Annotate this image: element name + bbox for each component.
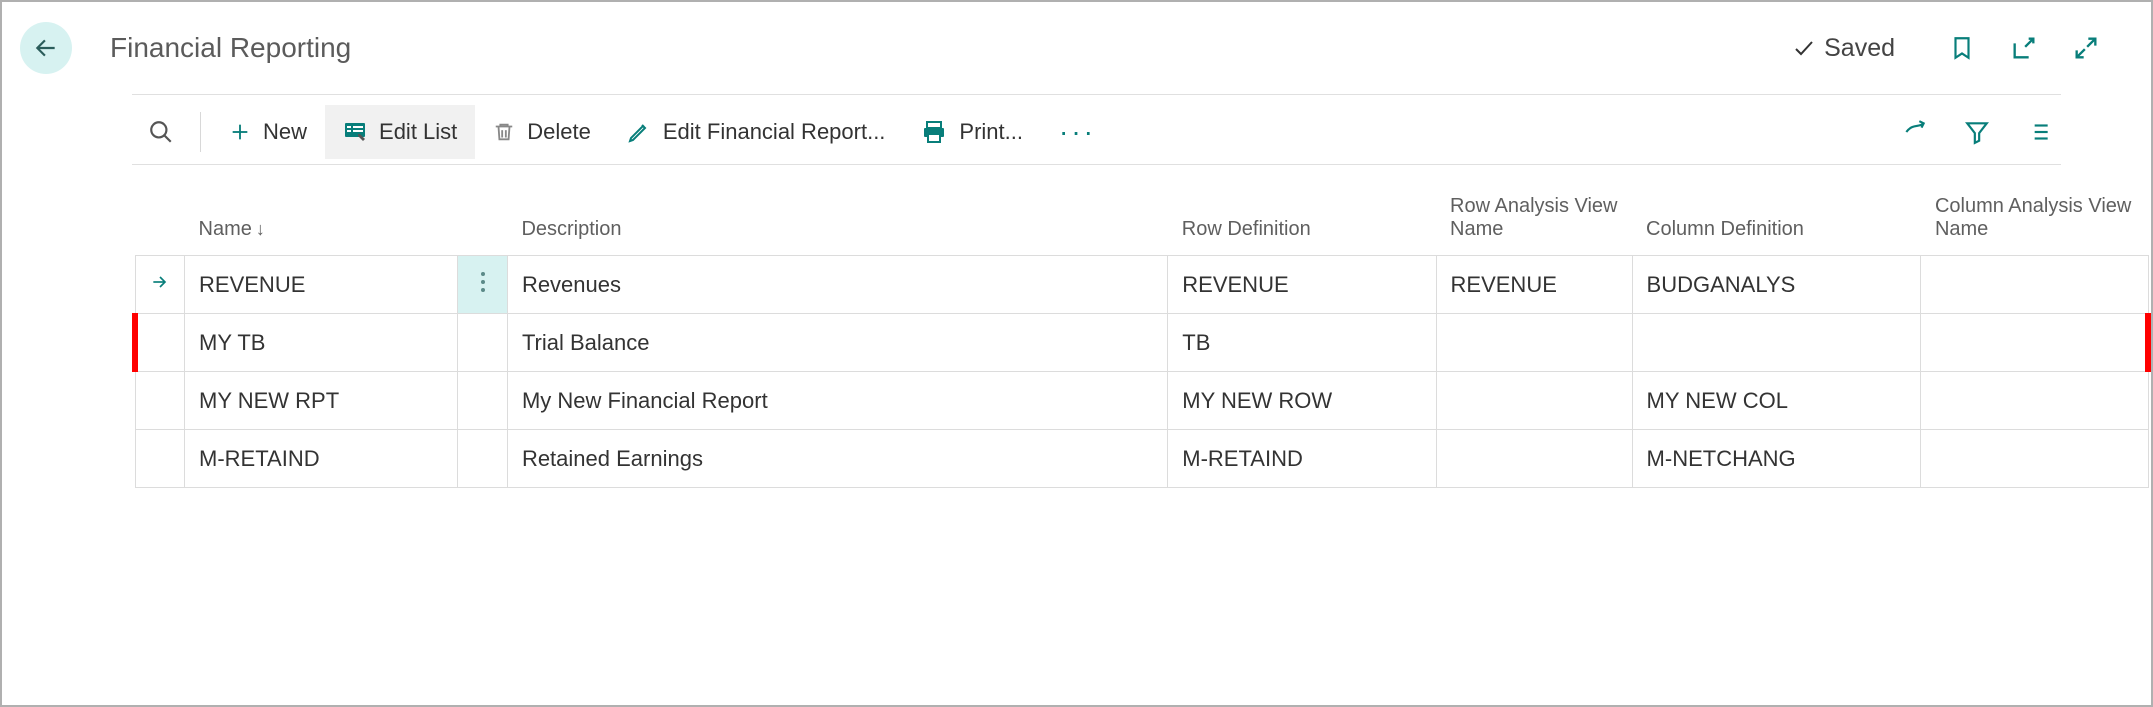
print-label: Print...: [959, 119, 1023, 145]
list-icon: [2026, 119, 2052, 145]
edit-list-label: Edit List: [379, 119, 457, 145]
table-row[interactable]: REVENUERevenuesREVENUEREVENUEBUDGANALYS: [135, 256, 2148, 314]
arrow-right-icon: [150, 272, 170, 292]
edit-financial-report-button[interactable]: Edit Financial Report...: [609, 105, 904, 159]
cell-row-definition[interactable]: M-RETAIND: [1168, 430, 1436, 488]
table-row[interactable]: M-RETAINDRetained EarningsM-RETAINDM-NET…: [135, 430, 2148, 488]
edit-financial-report-label: Edit Financial Report...: [663, 119, 886, 145]
search-button[interactable]: [132, 103, 190, 161]
cell-description[interactable]: Revenues: [507, 256, 1167, 314]
cell-row-definition[interactable]: REVENUE: [1168, 256, 1436, 314]
cell-row-analysis-view[interactable]: [1436, 372, 1632, 430]
cell-column-analysis-view[interactable]: [1921, 256, 2148, 314]
row-selector[interactable]: [135, 314, 185, 372]
cell-name[interactable]: MY NEW RPT: [185, 372, 458, 430]
cell-description[interactable]: Retained Earnings: [507, 430, 1167, 488]
page-title: Financial Reporting: [110, 32, 351, 64]
delete-button[interactable]: Delete: [475, 105, 609, 159]
plus-icon: [229, 121, 251, 143]
cell-column-definition[interactable]: M-NETCHANG: [1632, 430, 1921, 488]
cell-column-analysis-view[interactable]: [1921, 372, 2148, 430]
print-button[interactable]: Print...: [903, 105, 1041, 159]
printer-icon: [921, 120, 947, 144]
column-header-column-definition[interactable]: Column Definition: [1632, 189, 1921, 256]
delete-label: Delete: [527, 119, 591, 145]
cell-description[interactable]: Trial Balance: [507, 314, 1167, 372]
column-header-row-analysis-view[interactable]: Row Analysis View Name: [1436, 189, 1632, 256]
cell-row-analysis-view[interactable]: [1436, 430, 1632, 488]
share-button[interactable]: [1893, 110, 1937, 154]
popout-button[interactable]: [1999, 23, 2049, 73]
expand-icon: [2072, 34, 2100, 62]
cell-name[interactable]: M-RETAIND: [185, 430, 458, 488]
row-selector[interactable]: [135, 430, 185, 488]
row-selector[interactable]: [135, 372, 185, 430]
pencil-icon: [627, 120, 651, 144]
row-selector[interactable]: [135, 256, 185, 314]
bookmark-icon: [1949, 33, 1975, 63]
table-row[interactable]: MY TB Trial BalanceTB: [135, 314, 2148, 372]
filter-icon: [1964, 119, 1990, 145]
popout-icon: [2010, 34, 2038, 62]
row-actions[interactable]: [458, 256, 508, 314]
filter-button[interactable]: [1955, 110, 1999, 154]
cell-row-definition[interactable]: MY NEW ROW: [1168, 372, 1436, 430]
new-label: New: [263, 119, 307, 145]
bookmark-button[interactable]: [1937, 23, 1987, 73]
saved-indicator: Saved: [1792, 34, 1895, 63]
column-header-row-definition[interactable]: Row Definition: [1168, 189, 1436, 256]
checkmark-icon: [1792, 36, 1816, 60]
action-toolbar: New Edit List Delete Edit Financial Repo…: [132, 99, 2061, 165]
sort-descending-icon: ↓: [256, 219, 265, 239]
trash-icon: [493, 120, 515, 144]
cell-name[interactable]: MY TB: [185, 314, 458, 372]
row-actions[interactable]: [458, 314, 508, 372]
expand-button[interactable]: [2061, 23, 2111, 73]
list-view-button[interactable]: [2017, 110, 2061, 154]
table-row[interactable]: MY NEW RPTMy New Financial ReportMY NEW …: [135, 372, 2148, 430]
cell-column-definition[interactable]: BUDGANALYS: [1632, 256, 1921, 314]
page-header: Financial Reporting Saved: [2, 2, 2151, 94]
new-button[interactable]: New: [211, 105, 325, 159]
kebab-icon: [480, 271, 486, 293]
cell-name[interactable]: REVENUE: [185, 256, 458, 314]
cell-column-analysis-view[interactable]: [1921, 314, 2148, 372]
financial-reporting-grid: Name↓ Description Row Definition Row Ana…: [132, 189, 2151, 488]
column-header-name[interactable]: Name↓: [185, 189, 458, 256]
cell-column-definition[interactable]: MY NEW COL: [1632, 372, 1921, 430]
share-icon: [1902, 119, 1928, 145]
cell-description[interactable]: My New Financial Report: [507, 372, 1167, 430]
cell-row-definition[interactable]: TB: [1168, 314, 1436, 372]
edit-list-button[interactable]: Edit List: [325, 105, 475, 159]
row-actions[interactable]: [458, 372, 508, 430]
saved-label: Saved: [1824, 34, 1895, 63]
arrow-left-icon: [33, 35, 59, 61]
cell-column-definition[interactable]: [1632, 314, 1921, 372]
cell-row-analysis-view[interactable]: REVENUE: [1436, 256, 1632, 314]
cell-column-analysis-view[interactable]: [1921, 430, 2148, 488]
more-actions-button[interactable]: ···: [1041, 106, 1114, 158]
column-header-column-analysis-view[interactable]: Column Analysis View Name: [1921, 189, 2148, 256]
search-icon: [148, 119, 174, 145]
edit-list-icon: [343, 120, 367, 144]
column-header-description[interactable]: Description: [507, 189, 1167, 256]
cell-row-analysis-view[interactable]: [1436, 314, 1632, 372]
row-actions[interactable]: [458, 430, 508, 488]
back-button[interactable]: [20, 22, 72, 74]
